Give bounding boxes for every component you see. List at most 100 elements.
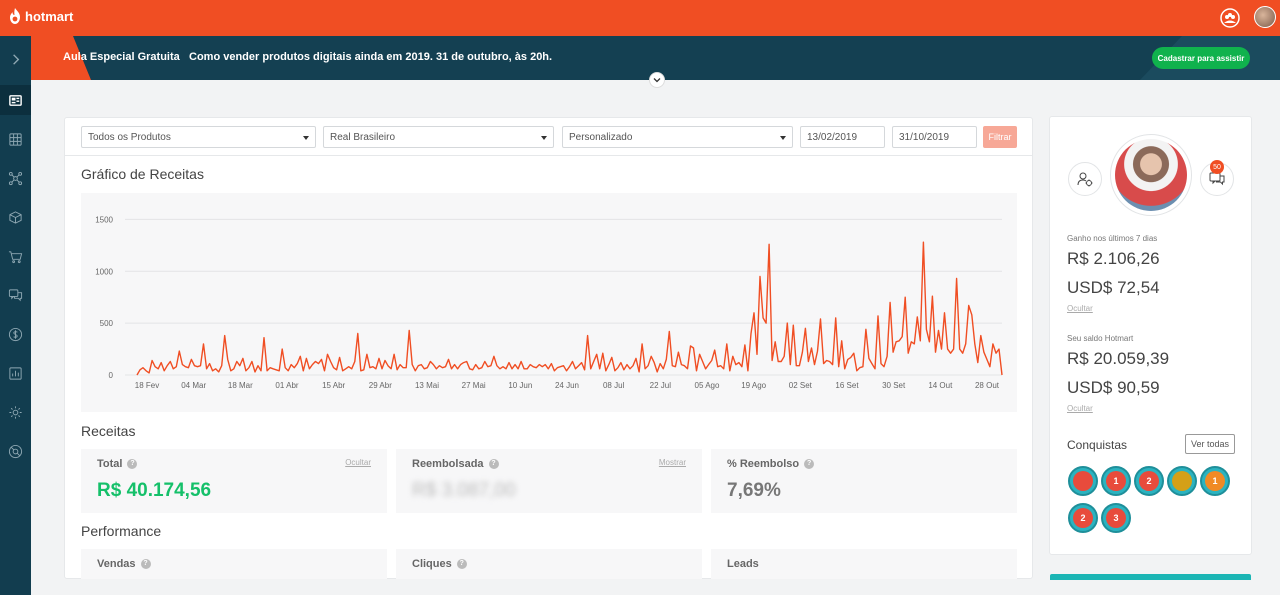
x-tick-label: 05 Ago [695, 381, 720, 390]
refund-pct-label: % Reembolso [727, 458, 800, 470]
achievement-medal[interactable]: 3 [1101, 503, 1131, 533]
x-tick-label: 15 Abr [322, 381, 345, 390]
profile-photo-image [1115, 139, 1187, 211]
help-circle-icon[interactable] [0, 436, 31, 466]
currency-select-value: Real Brasileiro [330, 132, 396, 143]
bar-chart-icon[interactable] [0, 358, 31, 388]
dollar-icon[interactable] [0, 319, 31, 349]
x-tick-label: 24 Jun [555, 381, 579, 390]
see-all-button[interactable]: Ver todas [1185, 434, 1235, 454]
balance-label: Seu saldo Hotmart [1067, 334, 1134, 343]
achievement-medal[interactable] [1068, 466, 1098, 496]
total-label: Total [97, 458, 123, 470]
bottom-card-strip [1050, 574, 1251, 580]
profile-card: 50 Ganho nos últimos 7 dias R$ 2.106,26 … [1049, 116, 1252, 555]
achievement-medal[interactable]: 2 [1068, 503, 1098, 533]
hide-earned-link[interactable]: Ocultar [1067, 304, 1093, 313]
achievement-medal[interactable]: 1 [1200, 466, 1230, 496]
cart-icon[interactable] [0, 241, 31, 271]
profile-photo[interactable] [1110, 134, 1192, 216]
x-tick-label: 18 Fev [135, 381, 159, 390]
achievement-medal[interactable] [1167, 466, 1197, 496]
achievement-medal[interactable]: 2 [1134, 466, 1164, 496]
x-tick-label: 14 Out [928, 381, 953, 390]
caret-down-icon [780, 136, 786, 140]
leads-box: Leads [711, 549, 1017, 579]
medal-label: 3 [1106, 508, 1126, 528]
sales-box: Vendas ? [81, 549, 387, 579]
user-settings-icon[interactable] [1068, 162, 1102, 196]
achievement-medal[interactable]: 1 [1101, 466, 1131, 496]
x-tick-label: 13 Mai [415, 381, 439, 390]
x-tick-label: 30 Set [882, 381, 906, 390]
x-tick-label: 10 Jun [508, 381, 532, 390]
hide-total-link[interactable]: Ocultar [345, 458, 371, 467]
help-icon[interactable]: ? [140, 559, 151, 569]
sales-label-wrap: Vendas ? [97, 558, 151, 570]
medal-label: 1 [1106, 471, 1126, 491]
total-value: R$ 40.174,56 [97, 480, 212, 501]
hotmart-logo[interactable]: hotmart [8, 8, 73, 24]
product-select[interactable]: Todos os Produtos [81, 126, 316, 148]
product-select-value: Todos os Produtos [88, 132, 171, 143]
refund-label: Reembolsada [412, 458, 484, 470]
date-to-value: 31/10/2019 [899, 132, 950, 143]
chart-title: Gráfico de Receitas [81, 166, 204, 182]
refund-value: R$ 3.087,00 [412, 480, 516, 501]
help-icon[interactable]: ? [456, 559, 467, 569]
flame-icon [10, 8, 20, 24]
medal-label: 2 [1139, 471, 1159, 491]
user-avatar[interactable] [1254, 6, 1276, 28]
help-icon[interactable]: ? [804, 459, 815, 469]
caret-down-icon [541, 136, 547, 140]
x-tick-label: 19 Ago [741, 381, 766, 390]
medal-label [1073, 471, 1093, 491]
hide-balance-link[interactable]: Ocultar [1067, 404, 1093, 413]
apps-grid-icon[interactable] [0, 124, 31, 154]
medal-label [1172, 471, 1192, 491]
clicks-box: Cliques ? [396, 549, 702, 579]
settings-icon[interactable] [0, 397, 31, 427]
network-icon[interactable] [0, 163, 31, 193]
top-bar: hotmart [0, 0, 1280, 36]
x-tick-label: 27 Mai [462, 381, 486, 390]
dashboard-card: Todos os Produtos Real Brasileiro Person… [64, 117, 1033, 579]
date-to-input[interactable]: 31/10/2019 [892, 126, 977, 148]
cube-icon[interactable] [0, 202, 31, 232]
register-button[interactable]: Cadastrar para assistir [1152, 47, 1250, 69]
chevron-right-icon[interactable] [0, 44, 31, 74]
brand-name: hotmart [25, 8, 74, 24]
refund-label-wrap: Reembolsada ? [412, 458, 499, 470]
x-tick-label: 29 Abr [369, 381, 392, 390]
chevron-down-icon[interactable] [649, 72, 665, 88]
revenue-title: Receitas [81, 423, 136, 439]
currency-select[interactable]: Real Brasileiro [323, 126, 554, 148]
filter-bar: Todos os Produtos Real Brasileiro Person… [65, 118, 1032, 156]
period-select-value: Personalizado [569, 132, 633, 143]
x-tick-label: 01 Abr [275, 381, 298, 390]
help-icon[interactable]: ? [488, 459, 499, 469]
show-refund-link[interactable]: Mostrar [659, 458, 686, 467]
revenue-series-line[interactable] [136, 241, 1003, 376]
filter-button[interactable]: Filtrar [983, 126, 1017, 148]
earned-brl: R$ 2.106,26 [1067, 249, 1160, 268]
refund-pct-value: 7,69% [727, 480, 781, 501]
help-icon[interactable]: ? [127, 459, 138, 469]
y-tick-label: 500 [100, 319, 114, 328]
balance-brl: R$ 20.059,39 [1067, 349, 1170, 368]
chat-icon[interactable] [0, 280, 31, 310]
performance-title: Performance [81, 523, 162, 539]
medal-label: 2 [1073, 508, 1093, 528]
period-select[interactable]: Personalizado [562, 126, 793, 148]
dashboard-icon[interactable] [0, 85, 31, 115]
refund-pct-box: % Reembolso ? 7,69% [711, 449, 1017, 513]
leads-label-wrap: Leads [727, 558, 759, 570]
revenue-chart-svg: 0 500 1000 1500 18 Fev 04 Mar 18 Mar 01 Abr 15 A… [95, 215, 1003, 390]
medal-label: 1 [1205, 471, 1225, 491]
refund-box: Reembolsada ? Mostrar R$ 3.087,00 [396, 449, 702, 513]
community-icon[interactable] [1220, 8, 1240, 28]
clicks-label: Cliques [412, 558, 452, 570]
notification-badge: 50 [1210, 160, 1224, 174]
balance-usd: USD$ 90,59 [1067, 378, 1160, 397]
date-from-input[interactable]: 13/02/2019 [800, 126, 885, 148]
